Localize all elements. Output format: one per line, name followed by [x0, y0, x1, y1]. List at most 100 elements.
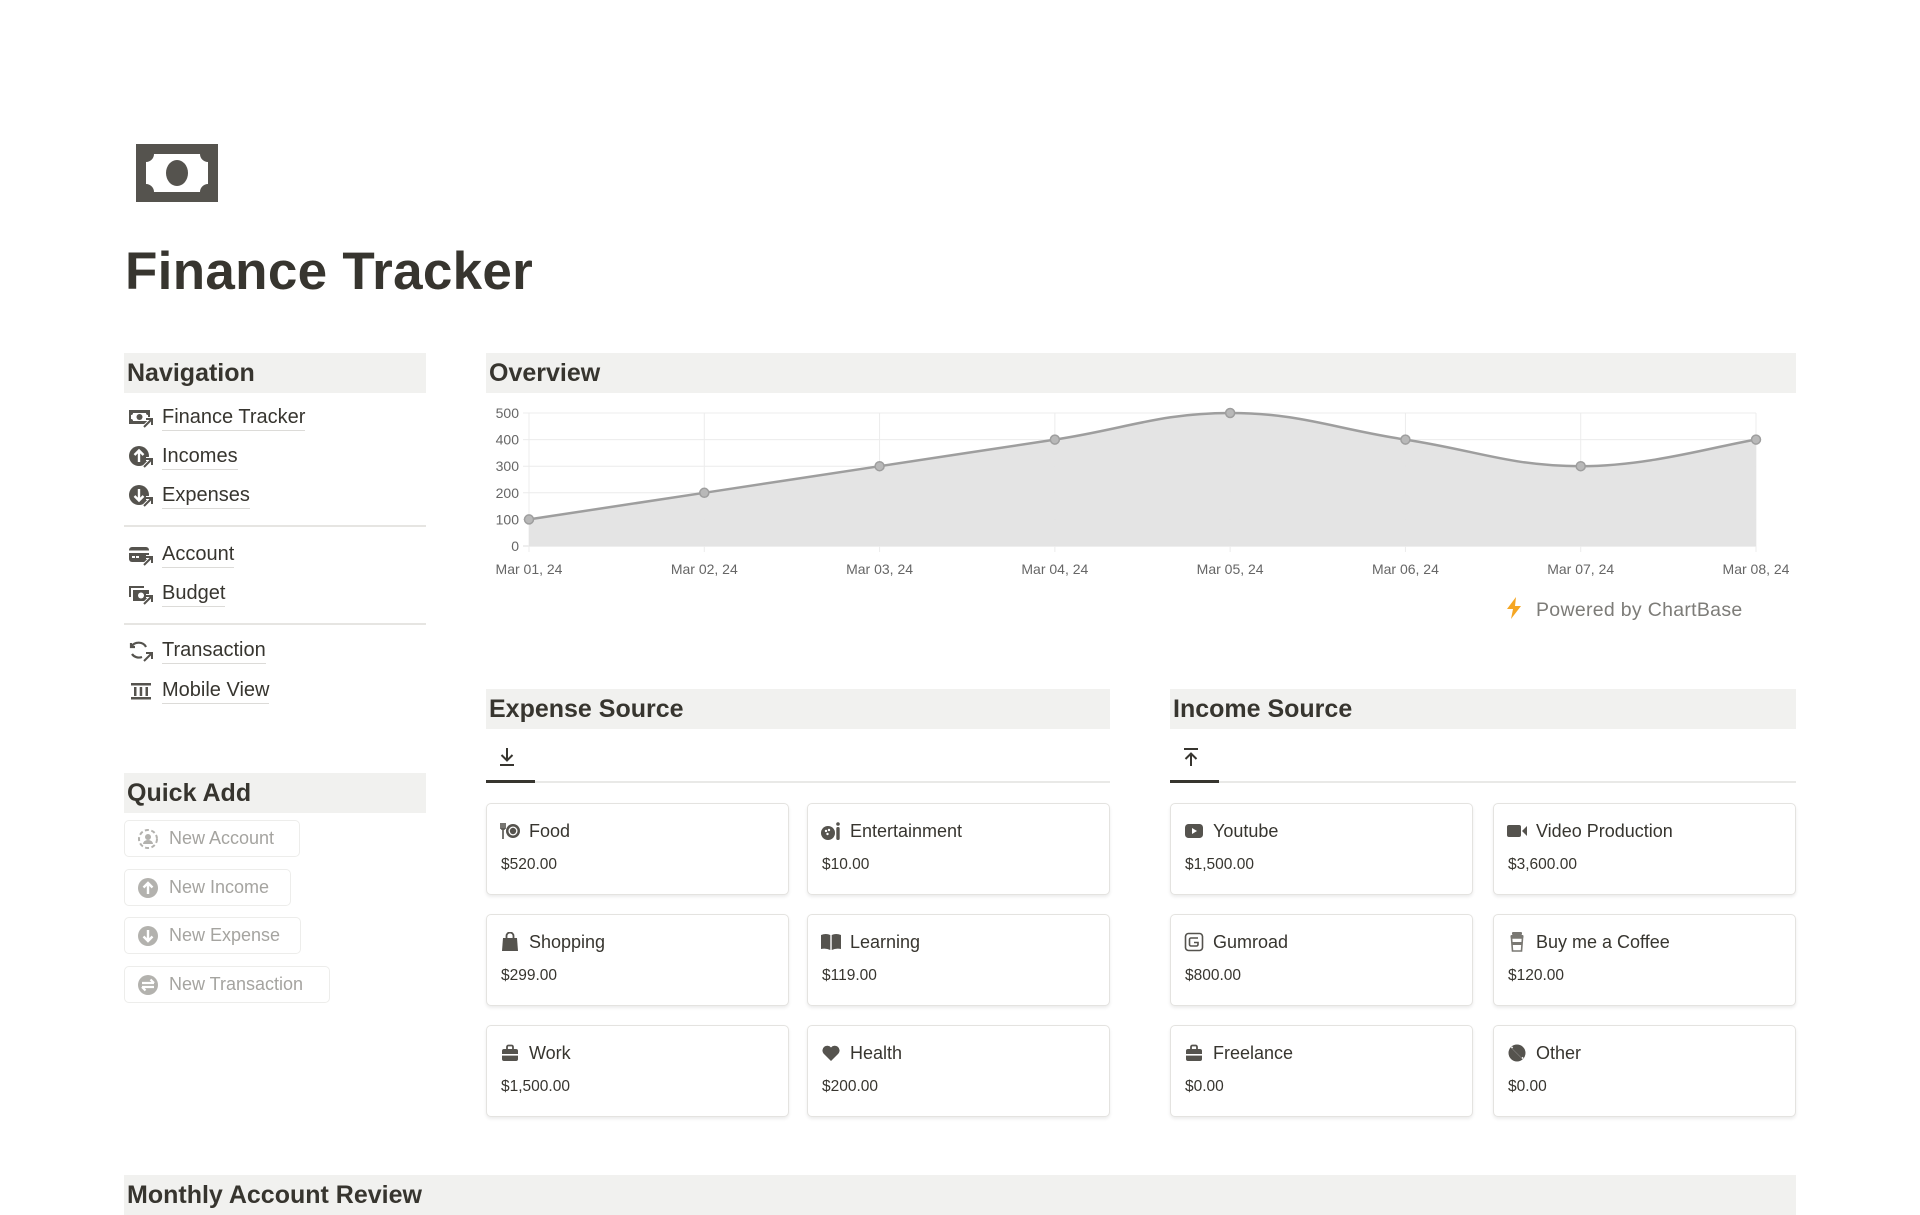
new-expense-button[interactable]: New Expense	[124, 917, 301, 954]
income-card-other[interactable]: Other $0.00	[1493, 1025, 1796, 1117]
nav-item-label: Transaction	[162, 638, 266, 664]
lightning-bolt-icon	[1506, 597, 1522, 624]
card-amount: $1,500.00	[501, 1078, 570, 1095]
navigation-heading-text: Navigation	[127, 358, 255, 387]
expense-card-shopping[interactable]: Shopping $299.00	[486, 914, 789, 1006]
download-icon[interactable]	[497, 746, 517, 773]
income-card-gumroad[interactable]: Gumroad $800.00	[1170, 914, 1473, 1006]
button-label: New Income	[169, 877, 270, 897]
income-tab-active-indicator[interactable]	[1170, 780, 1219, 783]
money-bill-link-icon	[128, 405, 154, 431]
x-tick-label: Mar 04, 24	[1021, 561, 1088, 577]
user-circle-dashed-icon	[137, 828, 159, 850]
card-label: Food	[529, 820, 571, 841]
card-label: Learning	[850, 931, 921, 952]
nav-item-label: Finance Tracker	[162, 405, 306, 431]
card-amount: $200.00	[822, 1078, 879, 1095]
y-tick-label: 100	[496, 511, 520, 527]
briefcase-icon	[1183, 1042, 1205, 1064]
card-amount: $800.00	[1185, 967, 1242, 984]
nav-item-label: Account	[162, 542, 235, 568]
quick-add-heading: Quick Add	[124, 773, 426, 813]
data-point	[874, 460, 885, 472]
quick-add-heading-text: Quick Add	[127, 778, 252, 807]
slashed-circle-icon	[1506, 1042, 1528, 1064]
nav-item-finance-tracker[interactable]: Finance Tracker	[128, 403, 306, 433]
card-label: Other	[1536, 1042, 1582, 1063]
nav-divider	[124, 623, 426, 625]
expense-card-learning[interactable]: Learning $119.00	[807, 914, 1110, 1006]
data-point	[699, 487, 710, 499]
money-stack-link-icon	[128, 581, 154, 607]
nav-item-label: Expenses	[162, 483, 250, 509]
nav-item-label: Incomes	[162, 444, 238, 470]
expense-card-entertainment[interactable]: Entertainment $10.00	[807, 803, 1110, 895]
expense-source-heading-text: Expense Source	[489, 694, 684, 723]
nav-item-mobile-view[interactable]: Mobile View	[128, 676, 270, 706]
card-label: Video Production	[1536, 820, 1673, 841]
expense-card-work[interactable]: Work $1,500.00	[486, 1025, 789, 1117]
y-tick-label: 500	[496, 405, 520, 421]
x-tick-label: Mar 07, 24	[1547, 561, 1614, 577]
income-source-heading-text: Income Source	[1173, 694, 1353, 723]
income-card-buy-me-a-coffee[interactable]: Buy me a Coffee $120.00	[1493, 914, 1796, 1006]
card-label: Health	[850, 1042, 903, 1063]
expense-card-health[interactable]: Health $200.00	[807, 1025, 1110, 1117]
arrow-down-circle-link-icon	[128, 483, 154, 509]
card-amount: $1,500.00	[1185, 856, 1254, 873]
x-tick-label: Mar 02, 24	[671, 561, 738, 577]
powered-by-chartbase[interactable]: Powered by ChartBase	[1506, 597, 1743, 624]
expense-tab-bar	[486, 781, 1110, 783]
nav-item-budget[interactable]: Budget	[128, 579, 226, 609]
bank-icon	[128, 678, 154, 704]
data-point	[1224, 407, 1236, 419]
income-card-freelance[interactable]: Freelance $0.00	[1170, 1025, 1473, 1117]
card-amount: $299.00	[501, 967, 558, 984]
expense-tab-active-indicator[interactable]	[486, 780, 535, 783]
new-account-button[interactable]: New Account	[124, 820, 300, 857]
overview-heading: Overview	[486, 353, 1796, 393]
overview-chart: 0 100 200 300 400 500 Mar 01, 24 Mar 02, 24 Mar …	[496, 405, 1790, 577]
expense-card-food[interactable]: Food $520.00	[486, 803, 789, 895]
card-amount: $120.00	[1508, 967, 1565, 984]
arrows-swap-circle-icon	[137, 974, 159, 996]
navigation-heading: Navigation	[124, 353, 426, 393]
nav-item-label: Budget	[162, 581, 226, 607]
nav-item-expenses[interactable]: Expenses	[128, 481, 250, 511]
arrow-down-circle-icon	[137, 925, 159, 947]
x-tick-label: Mar 06, 24	[1372, 561, 1439, 577]
utensils-plate-icon	[499, 820, 521, 842]
new-transaction-button[interactable]: New Transaction	[124, 966, 330, 1003]
data-point	[523, 514, 535, 525]
income-card-video-production[interactable]: Video Production $3,600.00	[1493, 803, 1796, 895]
card-amount: $119.00	[822, 967, 877, 984]
page-title: Finance Tracker	[125, 242, 534, 301]
card-amount: $3,600.00	[1508, 856, 1577, 873]
video-camera-icon	[1506, 820, 1528, 842]
card-label: Shopping	[529, 931, 606, 952]
nav-divider	[124, 525, 426, 527]
card-label: Youtube	[1213, 820, 1279, 841]
youtube-icon	[1183, 820, 1205, 842]
card-amount: $0.00	[1508, 1078, 1547, 1095]
nav-item-incomes[interactable]: Incomes	[128, 442, 238, 472]
shopping-bag-icon	[499, 931, 521, 953]
arrows-swap-link-icon	[128, 638, 154, 664]
income-card-youtube[interactable]: Youtube $1,500.00	[1170, 803, 1473, 895]
nav-item-account[interactable]: Account	[128, 540, 235, 570]
income-source-heading: Income Source	[1170, 689, 1796, 729]
nav-item-transaction[interactable]: Transaction	[128, 636, 266, 666]
y-tick-label: 400	[496, 432, 520, 448]
data-point	[1750, 434, 1762, 445]
monthly-review-heading: Monthly Account Review	[124, 1175, 1796, 1215]
money-bill-icon[interactable]	[136, 144, 218, 202]
x-tick-label: Mar 05, 24	[1197, 561, 1264, 577]
new-income-button[interactable]: New Income	[124, 869, 291, 906]
powered-by-text: Powered by ChartBase	[1536, 599, 1743, 621]
y-tick-label: 300	[496, 458, 520, 474]
button-label: New Account	[169, 828, 275, 848]
overview-heading-text: Overview	[489, 358, 601, 387]
income-tab-bar	[1170, 781, 1796, 783]
briefcase-icon	[499, 1042, 521, 1064]
upload-icon[interactable]	[1181, 746, 1201, 773]
